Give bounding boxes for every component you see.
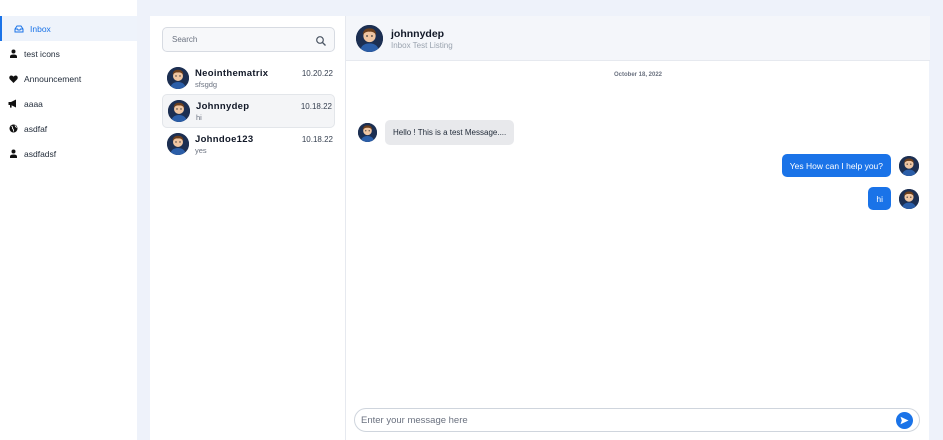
conversation-item[interactable]: Johnnydep hi 10.18.22 (162, 94, 335, 128)
conversation-date: 10.18.22 (301, 135, 333, 144)
message-composer[interactable] (354, 408, 920, 432)
sidebar: Inbox test icons Announcement aaaa asdfa… (0, 0, 137, 440)
sidebar-item-label: Announcement (24, 73, 82, 84)
chat-title: johnnydep (391, 28, 445, 40)
send-button[interactable] (896, 412, 913, 429)
user-icon (8, 49, 18, 59)
conversation-date: 10.18.22 (300, 102, 332, 111)
sidebar-item-announcement[interactable]: Announcement (0, 66, 137, 91)
sidebar-item-asdfadsf[interactable]: asdfadsf (0, 141, 137, 166)
sidebar-item-label: test icons (24, 48, 60, 59)
avatar (899, 189, 919, 209)
conversation-date: 10.20.22 (301, 69, 333, 78)
search-icon[interactable] (315, 34, 327, 46)
avatar (358, 123, 377, 142)
sidebar-item-asdfaf[interactable]: asdfaf (0, 116, 137, 141)
conversation-item[interactable]: Johndoe123 yes 10.18.22 (162, 128, 335, 162)
conversation-name: Johndoe123 (195, 134, 254, 145)
conversation-name: Johnnydep (196, 101, 250, 112)
avatar (167, 133, 189, 155)
date-separator: October 18, 2022 (613, 72, 663, 78)
search-input[interactable] (172, 35, 312, 44)
avatar (167, 67, 189, 89)
megaphone-icon (8, 99, 18, 109)
sidebar-item-inbox[interactable]: Inbox (0, 16, 137, 41)
sidebar-item-aaaa[interactable]: aaaa (0, 91, 137, 116)
conversation-name: Neointhematrix (195, 68, 269, 79)
send-icon (900, 412, 909, 430)
message-bubble-outgoing: Yes How can I help you? (781, 154, 891, 177)
user-icon (8, 149, 18, 159)
avatar (356, 25, 383, 52)
heart-icon (8, 74, 18, 84)
message-bubble-incoming: Hello ! This is a test Message.... (385, 120, 515, 145)
message-input[interactable] (361, 414, 881, 426)
chat-header: johnnydep Inbox Test Listing (346, 16, 930, 61)
conversation-item[interactable]: Neointhematrix sfsgdg 10.20.22 (162, 62, 335, 96)
conversation-snippet: hi (196, 113, 202, 122)
avatar (168, 100, 190, 122)
globe-icon (8, 124, 18, 134)
search-box[interactable] (162, 27, 335, 52)
conversation-snippet: sfsgdg (195, 80, 218, 89)
sidebar-item-label: aaaa (24, 98, 43, 109)
sidebar-item-label: asdfadsf (24, 148, 57, 159)
conversation-snippet: yes (195, 146, 207, 155)
conversation-list-panel: Neointhematrix sfsgdg 10.20.22 Johnnydep… (150, 16, 345, 440)
inbox-icon (14, 24, 24, 34)
sidebar-item-label: Inbox (30, 23, 51, 34)
sidebar-item-test-icons[interactable]: test icons (0, 41, 137, 66)
sidebar-item-label: asdfaf (24, 123, 48, 134)
message-bubble-outgoing: hi (868, 187, 891, 210)
avatar (899, 156, 919, 176)
chat-subtitle: Inbox Test Listing (391, 41, 453, 50)
chat-panel: johnnydep Inbox Test Listing October 18,… (345, 16, 930, 440)
